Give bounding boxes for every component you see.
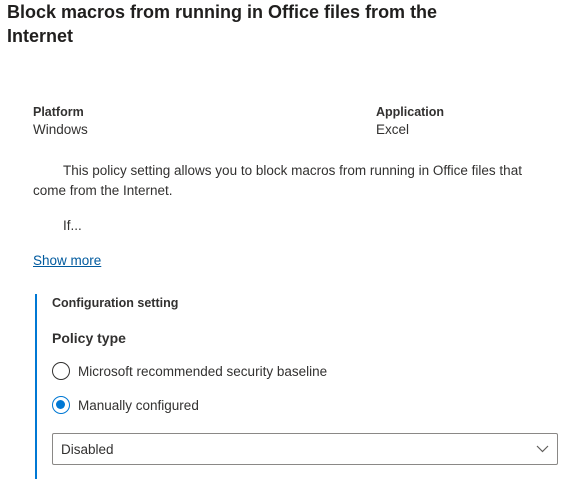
setting-dropdown[interactable]: Disabled xyxy=(52,433,558,465)
application-value: Excel xyxy=(376,122,410,137)
description-truncated: If... xyxy=(63,218,82,233)
radio-checked-icon[interactable] xyxy=(52,396,70,414)
dropdown-selected-value: Disabled xyxy=(61,441,114,457)
platform-info: Platform Windows xyxy=(33,104,88,138)
page-title: Block macros from running in Office file… xyxy=(7,2,438,46)
show-more-link[interactable]: Show more xyxy=(33,253,101,268)
configuration-heading: Configuration setting xyxy=(52,296,179,310)
policy-description: This policy setting allows you to block … xyxy=(33,161,553,201)
configuration-section: Configuration setting Policy type Micros… xyxy=(35,294,567,479)
radio-security-baseline[interactable]: Microsoft recommended security baseline xyxy=(52,362,327,380)
policy-type-label: Policy type xyxy=(52,330,126,346)
radio-manually-configured[interactable]: Manually configured xyxy=(52,396,199,414)
radio-label-manually-configured: Manually configured xyxy=(78,397,199,413)
radio-label-security-baseline: Microsoft recommended security baseline xyxy=(78,363,328,379)
description-text: This policy setting allows you to block … xyxy=(33,163,522,198)
chevron-down-icon xyxy=(535,442,549,456)
application-info: Application Excel xyxy=(376,104,444,138)
radio-unchecked-icon[interactable] xyxy=(52,362,70,380)
platform-label: Platform xyxy=(33,105,84,119)
platform-value: Windows xyxy=(33,122,88,137)
application-label: Application xyxy=(376,105,445,119)
